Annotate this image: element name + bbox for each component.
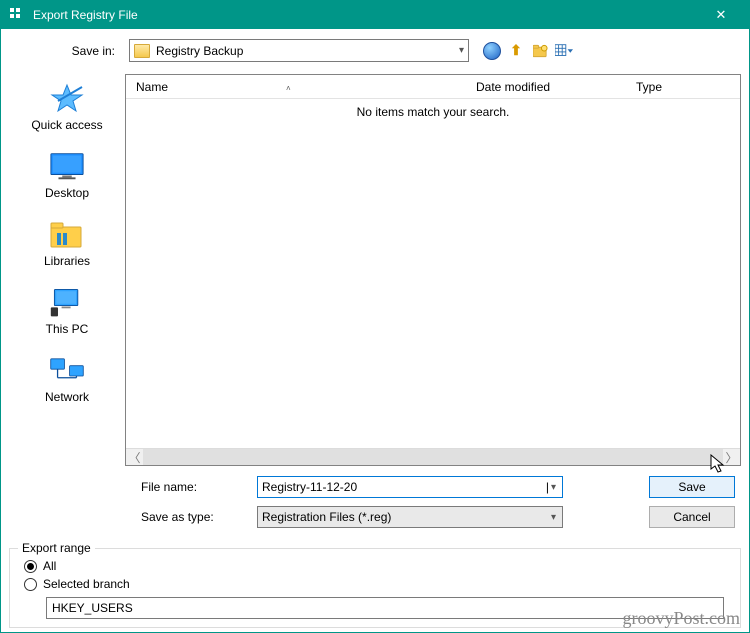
save-in-label: Save in: xyxy=(9,44,129,58)
place-label: Network xyxy=(9,390,125,404)
place-label: Quick access xyxy=(9,118,125,132)
file-name-field[interactable] xyxy=(262,480,546,494)
scroll-track[interactable] xyxy=(143,449,723,465)
column-date-modified[interactable]: Date modified xyxy=(466,80,626,94)
close-button[interactable]: ✕ xyxy=(701,7,741,23)
chevron-down-icon[interactable]: ▾ xyxy=(549,512,558,523)
places-bar: Quick access Desktop xyxy=(9,74,125,542)
column-name[interactable]: Name ˄ xyxy=(126,80,466,94)
place-libraries[interactable]: Libraries xyxy=(9,214,125,272)
sort-indicator-icon: ˄ xyxy=(286,84,291,93)
views-menu-icon[interactable] xyxy=(555,42,573,60)
file-name-label: File name: xyxy=(125,480,257,494)
save-in-value: Registry Backup xyxy=(156,44,459,58)
column-headers: Name ˄ Date modified Type xyxy=(126,75,740,99)
window-title: Export Registry File xyxy=(33,8,701,22)
radio-all[interactable]: All xyxy=(24,559,732,573)
radio-icon[interactable] xyxy=(24,578,37,591)
save-as-type-value: Registration Files (*.reg) xyxy=(262,510,549,524)
folder-icon xyxy=(134,44,150,58)
back-icon[interactable] xyxy=(483,42,501,60)
empty-message: No items match your search. xyxy=(357,105,510,119)
radio-icon[interactable] xyxy=(24,560,37,573)
branch-input[interactable] xyxy=(46,597,724,619)
place-network[interactable]: Network xyxy=(9,350,125,408)
place-label: Libraries xyxy=(9,254,125,268)
file-list-body: No items match your search. xyxy=(126,99,740,448)
radio-selected-label: Selected branch xyxy=(43,577,130,591)
place-label: This PC xyxy=(9,322,125,336)
save-as-type-combo[interactable]: Registration Files (*.reg) ▾ xyxy=(257,506,563,528)
place-quick-access[interactable]: Quick access xyxy=(9,78,125,136)
up-one-level-icon[interactable]: ⬆ xyxy=(507,42,525,60)
chevron-down-icon[interactable]: ▾ xyxy=(459,45,464,56)
place-this-pc[interactable]: This PC xyxy=(9,282,125,340)
radio-selected-branch[interactable]: Selected branch xyxy=(24,577,732,591)
export-range-legend: Export range xyxy=(18,541,95,555)
export-range-group: Export range All Selected branch xyxy=(9,548,741,628)
app-icon xyxy=(9,7,25,23)
save-in-combo[interactable]: Registry Backup ▾ xyxy=(129,39,469,62)
save-as-type-label: Save as type: xyxy=(125,510,257,524)
file-name-input[interactable]: ▾ xyxy=(257,476,563,498)
place-label: Desktop xyxy=(9,186,125,200)
horizontal-scrollbar[interactable]: 〈 〉 xyxy=(126,448,740,465)
scroll-left-icon[interactable]: 〈 xyxy=(126,449,143,466)
radio-all-label: All xyxy=(43,559,56,573)
place-desktop[interactable]: Desktop xyxy=(9,146,125,204)
column-type[interactable]: Type xyxy=(626,80,740,94)
file-list-panel: Name ˄ Date modified Type No items match… xyxy=(125,74,741,466)
save-button[interactable]: Save xyxy=(649,476,735,498)
new-folder-icon[interactable] xyxy=(531,42,549,60)
cancel-button[interactable]: Cancel xyxy=(649,506,735,528)
title-bar[interactable]: Export Registry File ✕ xyxy=(1,1,749,29)
chevron-down-icon[interactable]: ▾ xyxy=(549,482,558,493)
scroll-right-icon[interactable]: 〉 xyxy=(723,449,740,466)
